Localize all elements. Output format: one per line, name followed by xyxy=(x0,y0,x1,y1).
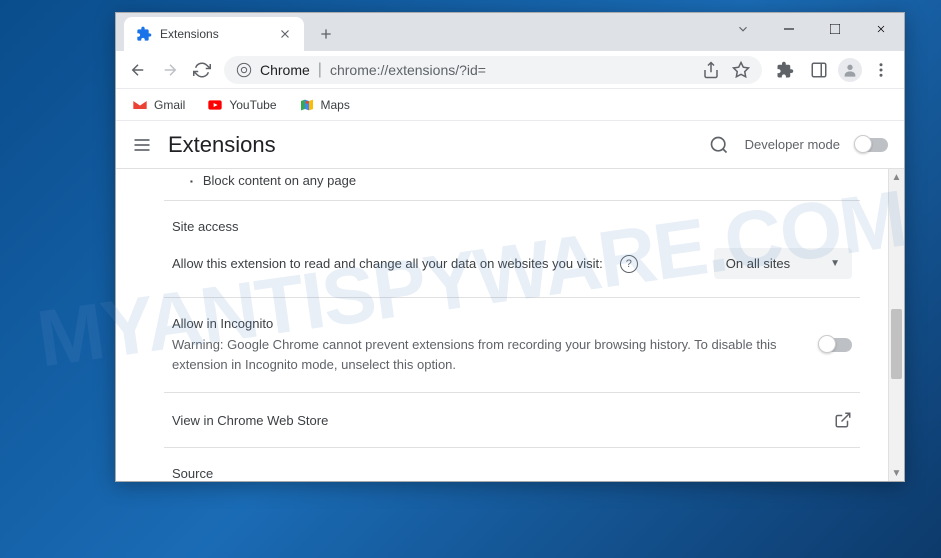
menu-icon[interactable] xyxy=(872,61,890,79)
incognito-warning: Warning: Google Chrome cannot prevent ex… xyxy=(172,335,792,374)
bookmark-label: YouTube xyxy=(229,98,276,112)
site-access-dropdown[interactable]: On all sites ▼ xyxy=(714,248,852,279)
toggle-knob xyxy=(854,135,872,153)
url-separator: | xyxy=(318,61,322,79)
gmail-icon xyxy=(132,97,148,113)
profile-button[interactable] xyxy=(838,58,862,82)
close-icon[interactable] xyxy=(278,27,292,41)
scroll-down-icon[interactable]: ▼ xyxy=(889,465,904,481)
address-bar[interactable]: Chrome | chrome://extensions/?id= xyxy=(224,56,762,84)
browser-tab[interactable]: Extensions xyxy=(124,17,304,51)
browser-window: Extensions xyxy=(115,12,905,482)
help-icon[interactable]: ? xyxy=(620,255,638,273)
search-icon[interactable] xyxy=(709,135,729,155)
external-link-icon xyxy=(834,411,852,429)
source-section: Source xyxy=(172,448,852,481)
maps-icon xyxy=(299,97,315,113)
scrollbar[interactable]: ▲ ▼ xyxy=(888,169,904,481)
forward-button[interactable] xyxy=(156,56,184,84)
hamburger-icon[interactable] xyxy=(132,135,152,155)
page-title: Extensions xyxy=(168,132,276,158)
arrow-right-icon xyxy=(161,61,179,79)
dev-mode-label: Developer mode xyxy=(745,137,840,152)
bookmark-youtube[interactable]: YouTube xyxy=(207,97,276,113)
tab-search-button[interactable] xyxy=(720,13,766,45)
incognito-title: Allow in Incognito xyxy=(172,316,792,331)
source-title: Source xyxy=(172,466,852,481)
addressbar-actions xyxy=(702,61,750,79)
reload-button[interactable] xyxy=(188,56,216,84)
tab-title: Extensions xyxy=(160,27,219,41)
bookmark-label: Maps xyxy=(321,98,350,112)
scroll-up-icon[interactable]: ▲ xyxy=(889,169,904,185)
content-scroll: Block content on any page Site access Al… xyxy=(116,169,888,481)
chevron-down-icon xyxy=(736,22,750,36)
url-scheme: Chrome xyxy=(260,62,310,78)
maximize-button[interactable] xyxy=(812,13,858,45)
star-icon[interactable] xyxy=(732,61,750,79)
minimize-button[interactable] xyxy=(766,13,812,45)
close-window-button[interactable] xyxy=(858,13,904,45)
incognito-toggle[interactable] xyxy=(820,338,852,352)
bookmarks-bar: Gmail YouTube Maps xyxy=(116,89,904,121)
dev-mode-toggle[interactable] xyxy=(856,138,888,152)
person-icon xyxy=(842,62,858,78)
titlebar: Extensions xyxy=(116,13,904,51)
content-area: Block content on any page Site access Al… xyxy=(116,169,904,481)
back-button[interactable] xyxy=(124,56,152,84)
webstore-label: View in Chrome Web Store xyxy=(172,413,826,428)
close-icon xyxy=(875,23,887,35)
site-access-section: Site access Allow this extension to read… xyxy=(172,201,852,297)
extensions-header: Extensions Developer mode xyxy=(116,121,904,169)
header-actions: Developer mode xyxy=(709,135,888,155)
side-panel-icon[interactable] xyxy=(810,61,828,79)
chrome-logo-icon xyxy=(236,62,252,78)
minimize-icon xyxy=(784,24,794,34)
extensions-icon[interactable] xyxy=(776,61,794,79)
webstore-section[interactable]: View in Chrome Web Store xyxy=(172,393,852,447)
site-access-description: Allow this extension to read and change … xyxy=(172,256,612,271)
bookmark-maps[interactable]: Maps xyxy=(299,97,350,113)
permission-item: Block content on any page xyxy=(172,169,852,200)
arrow-left-icon xyxy=(129,61,147,79)
scrollbar-thumb[interactable] xyxy=(891,309,902,379)
section-title: Site access xyxy=(172,219,852,234)
youtube-icon xyxy=(207,97,223,113)
extension-icon xyxy=(136,26,152,42)
new-tab-button[interactable] xyxy=(312,20,340,48)
toolbar: Chrome | chrome://extensions/?id= xyxy=(116,51,904,89)
incognito-section: Allow in Incognito Warning: Google Chrom… xyxy=(172,298,852,392)
dropdown-value: On all sites xyxy=(726,256,790,271)
window-controls xyxy=(720,13,904,45)
bookmark-label: Gmail xyxy=(154,98,185,112)
maximize-icon xyxy=(830,24,840,34)
reload-icon xyxy=(193,61,211,79)
site-access-row: Allow this extension to read and change … xyxy=(172,248,852,279)
toggle-knob xyxy=(818,335,836,353)
bookmark-gmail[interactable]: Gmail xyxy=(132,97,185,113)
chevron-down-icon: ▼ xyxy=(830,258,840,269)
incognito-row: Allow in Incognito Warning: Google Chrom… xyxy=(172,316,852,374)
plus-icon xyxy=(318,26,334,42)
url-path: chrome://extensions/?id= xyxy=(330,62,486,78)
share-icon[interactable] xyxy=(702,61,720,79)
